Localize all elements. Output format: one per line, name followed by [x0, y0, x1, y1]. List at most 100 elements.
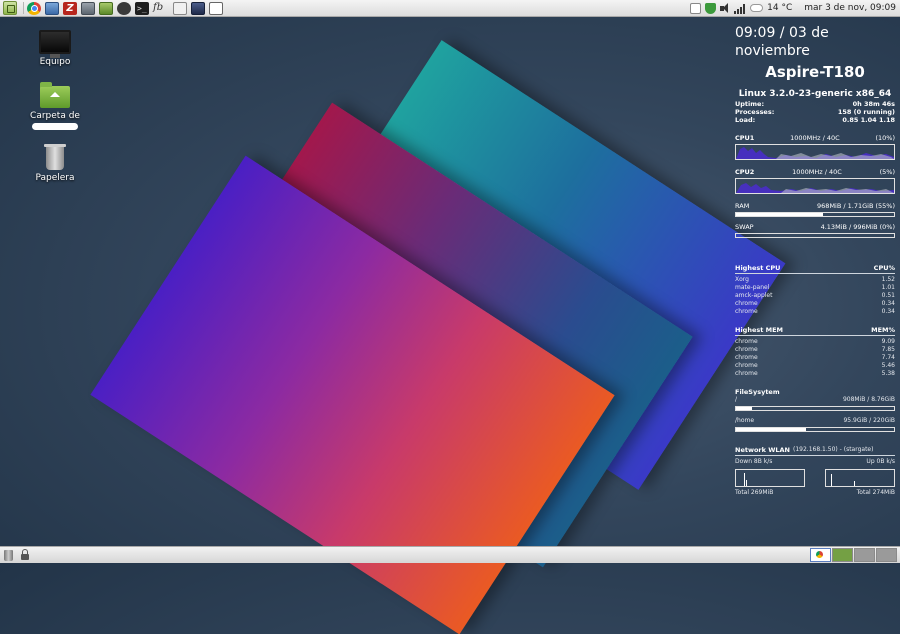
workspace-2[interactable] [832, 548, 853, 562]
highest-mem-row: chrome 9.09 [735, 338, 895, 346]
fb-reader-icon[interactable]: fb [153, 2, 169, 15]
conky-uptime-row: Uptime: 0h 38m 46s [735, 100, 895, 108]
fs-root-value: 908MiB / 8.76GiB [842, 396, 895, 403]
desktop-icon-equipo[interactable]: Equipo [20, 30, 90, 67]
process-value: 1.52 [881, 276, 895, 283]
swap-bar [735, 233, 895, 238]
main-menu-icon[interactable] [3, 1, 17, 15]
volume-icon[interactable] [720, 2, 730, 14]
process-name: amck-applet [735, 292, 773, 299]
conky-hostname: Aspire-T180 [765, 63, 865, 81]
net-down-graph [735, 469, 805, 487]
desktop-icon-home-folder[interactable]: Carpeta de [20, 82, 90, 130]
process-value: 7.85 [881, 346, 895, 353]
mail-icon[interactable] [690, 2, 702, 14]
highest-mem-col: MEM% [871, 326, 895, 334]
highest-mem-section: Highest MEM MEM% chrome 9.09 chrome 7.85 chr… [735, 326, 895, 378]
terminal-icon[interactable]: >_ [135, 1, 149, 15]
net-total-down: Total 269MiB [735, 489, 774, 496]
workspace-1[interactable] [810, 548, 831, 562]
weather-cloud-icon[interactable] [750, 4, 764, 12]
desktop-icon-label: Papelera [35, 173, 75, 183]
workspace-3[interactable] [854, 548, 875, 562]
highest-mem-row: chrome 5.46 [735, 362, 895, 370]
system-monitor-icon[interactable] [81, 1, 95, 15]
process-value: 0.34 [881, 308, 895, 315]
net-down-graph-svg [744, 473, 747, 486]
process-name: chrome [735, 346, 758, 353]
desktop-icon-label: Carpeta de [30, 111, 80, 121]
cpu1-usage: (10%) [875, 134, 895, 142]
process-value: 0.34 [881, 300, 895, 307]
cpu1-graph [735, 144, 895, 160]
text-editor-icon[interactable] [173, 1, 187, 15]
process-name: chrome [735, 300, 758, 307]
process-name: Xorg [735, 276, 749, 283]
processes-value: 158 (0 running) [837, 108, 895, 116]
load-value: 0.85 1.04 1.18 [842, 116, 895, 124]
cpu2-graph [735, 178, 895, 194]
desktop-icon-label: Equipo [39, 57, 71, 67]
process-value: 5.38 [881, 370, 895, 377]
highest-mem-title: Highest MEM [735, 326, 783, 334]
fs-home-bar [735, 427, 895, 432]
net-total-up: Total 274MiB [856, 489, 895, 496]
ram-value: 968MiB / 1.71GiB (55%) [817, 202, 895, 210]
ram-label: RAM [735, 202, 750, 210]
cpu2-usage: (5%) [879, 168, 895, 176]
trash-icon [44, 144, 66, 170]
highest-mem-row: chrome 5.38 [735, 370, 895, 378]
conky-load-row: Load: 0.85 1.04 1.18 [735, 116, 895, 124]
panel-separator [23, 2, 24, 14]
filesystem-title: FileSysytem [735, 388, 780, 396]
weather-temperature[interactable]: 14 °C [767, 3, 792, 13]
net-down-speed: Down 8B k/s [735, 458, 773, 465]
net-up-graph-svg [831, 474, 855, 486]
ram-bar [735, 212, 895, 217]
process-name: mate-panel [735, 284, 770, 291]
ram-bar-fill [736, 213, 823, 216]
highest-cpu-section: Highest CPU CPU% Xorg 1.52 mate-panel 1.01 a… [735, 264, 895, 316]
software-center-icon[interactable] [99, 1, 113, 15]
fs-root-label: / [735, 396, 738, 403]
screen-icon[interactable] [209, 1, 223, 15]
trash-applet-icon[interactable] [4, 549, 13, 561]
fs-root-bar [735, 406, 895, 411]
uptime-value: 0h 38m 46s [852, 100, 895, 108]
cpu2-freq: 1000MHz / 40C [792, 168, 842, 176]
process-name: chrome [735, 362, 758, 369]
fs-home-value: 95.9GiB / 220GiB [843, 417, 895, 424]
process-name: chrome [735, 370, 758, 377]
process-value: 1.01 [881, 284, 895, 291]
workspace-switcher [809, 548, 897, 562]
cpu1-section: CPU1 1000MHz / 40C (10%) CPU2 1000MHz / … [735, 134, 895, 238]
computer-icon[interactable] [191, 1, 205, 15]
redacted-username [32, 123, 78, 130]
highest-cpu-title: Highest CPU [735, 264, 781, 272]
net-up-speed: Up 0B k/s [866, 458, 895, 465]
process-value: 7.74 [881, 354, 895, 361]
network-signal-icon[interactable] [734, 3, 746, 14]
swap-label: SWAP [735, 223, 754, 231]
panel-clock[interactable]: mar 3 de nov, 09:09 [804, 3, 896, 13]
process-name: chrome [735, 338, 758, 345]
disk-icon[interactable] [117, 1, 131, 15]
shield-icon[interactable] [705, 2, 717, 14]
load-label: Load: [735, 116, 756, 124]
fs-home-bar-fill [736, 428, 806, 431]
highest-cpu-row: chrome 0.34 [735, 300, 895, 308]
lock-screen-icon[interactable] [21, 549, 29, 560]
desktop-icon-trash[interactable]: Papelera [20, 144, 90, 183]
bottom-panel [0, 546, 900, 563]
highest-cpu-col: CPU% [873, 264, 895, 272]
net-up-graph [825, 469, 895, 487]
conky-processes-row: Processes: 158 (0 running) [735, 108, 895, 116]
cpu2-label: CPU2 [735, 168, 755, 176]
cpu1-graph-svg [736, 147, 894, 159]
filezilla-icon[interactable]: Z [63, 1, 77, 15]
workspace-4[interactable] [876, 548, 897, 562]
file-manager-icon[interactable] [45, 1, 59, 15]
process-value: 0.51 [881, 292, 895, 299]
chrome-icon[interactable] [27, 1, 41, 15]
process-name: chrome [735, 308, 758, 315]
